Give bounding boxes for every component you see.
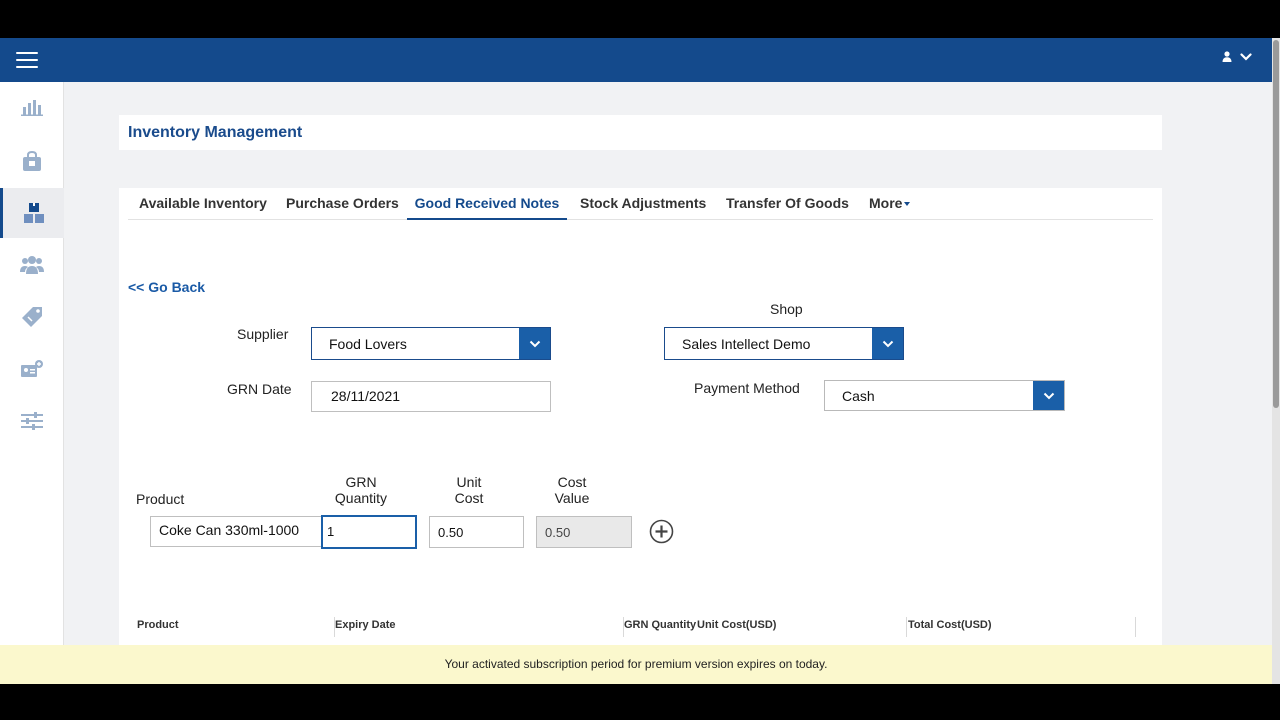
boxes-icon xyxy=(23,203,44,223)
app-window: Inventory Management Available Inventory… xyxy=(0,38,1280,684)
cost-value-heading: Cost Value xyxy=(542,474,602,506)
tab-more-label: More xyxy=(869,195,903,211)
tab-transfer-of-goods[interactable]: Transfer Of Goods xyxy=(726,188,849,220)
table-header-expiry-date: Expiry Date xyxy=(335,619,396,631)
table-header-product: Product xyxy=(137,619,179,631)
grn-form-card: Available Inventory Purchase Orders Good… xyxy=(119,188,1162,684)
payment-method-label: Payment Method xyxy=(694,380,800,396)
tags-icon xyxy=(22,307,42,327)
table-header-divider xyxy=(906,617,907,637)
top-letterbox xyxy=(0,0,1280,36)
sidebar-item-settings[interactable] xyxy=(0,396,64,446)
chevron-down-icon xyxy=(519,328,550,359)
sidebar-item-sales[interactable] xyxy=(0,136,64,186)
shop-label: Shop xyxy=(770,301,803,317)
product-label: Product xyxy=(136,491,185,507)
tab-purchase-orders[interactable]: Purchase Orders xyxy=(286,188,399,220)
grn-quantity-heading: GRN Quantity xyxy=(331,474,391,506)
user-menu[interactable] xyxy=(1222,51,1252,62)
payment-method-value: Cash xyxy=(842,388,875,404)
payment-method-select[interactable]: Cash xyxy=(824,380,1065,411)
inventory-tabs: Available Inventory Purchase Orders Good… xyxy=(128,188,1153,220)
plus-circle-icon[interactable] xyxy=(649,519,674,544)
shopping-bag-icon xyxy=(23,150,41,171)
cost-value-heading-line2: Value xyxy=(554,490,590,506)
subscription-notice: Your activated subscription period for p… xyxy=(0,645,1272,684)
user-icon xyxy=(1222,51,1232,62)
sidebar-item-customers[interactable] xyxy=(0,240,64,290)
grn-quantity-heading-line1: GRN xyxy=(345,474,377,490)
sidebar-item-promotions[interactable] xyxy=(0,292,64,342)
tab-more[interactable]: More xyxy=(869,188,911,220)
cost-value-input: 0.50 xyxy=(536,516,632,548)
table-header-divider xyxy=(1135,617,1136,637)
tab-stock-adjustments[interactable]: Stock Adjustments xyxy=(580,188,706,220)
chevron-down-icon xyxy=(1240,52,1252,61)
hamburger-icon[interactable] xyxy=(16,52,38,70)
users-icon xyxy=(20,256,44,274)
page-header: Inventory Management xyxy=(119,115,1162,150)
unit-cost-input[interactable]: 0.50 xyxy=(429,516,524,548)
table-header-unit-cost: Unit Cost(USD) xyxy=(697,619,777,631)
go-back-link[interactable]: << Go Back xyxy=(128,279,205,295)
chevron-down-icon xyxy=(1033,381,1064,410)
supplier-select[interactable]: Food Lovers xyxy=(311,327,551,360)
page-scrollbar[interactable] xyxy=(1272,38,1280,684)
caret-down-icon xyxy=(904,202,911,207)
scrollbar-thumb[interactable] xyxy=(1273,40,1279,408)
tab-available-inventory[interactable]: Available Inventory xyxy=(139,188,267,220)
unit-cost-heading: Unit Cost xyxy=(439,474,499,506)
supplier-label: Supplier xyxy=(237,326,289,342)
top-navbar xyxy=(0,38,1272,82)
chevron-down-icon xyxy=(872,328,903,359)
bottom-letterbox xyxy=(0,684,1280,720)
bar-chart-icon xyxy=(21,100,43,116)
unit-cost-heading-line1: Unit xyxy=(456,474,482,490)
table-header-total-cost: Total Cost(USD) xyxy=(908,619,992,631)
grn-date-label: GRN Date xyxy=(227,381,292,397)
page-title: Inventory Management xyxy=(128,124,303,141)
sidebar-item-employees[interactable] xyxy=(0,344,64,394)
product-input[interactable]: Coke Can 330ml-1000 xyxy=(150,516,324,547)
sidebar xyxy=(0,82,64,684)
unit-cost-heading-line2: Cost xyxy=(454,490,484,506)
sidebar-item-inventory[interactable] xyxy=(0,188,64,238)
sidebar-item-dashboard[interactable] xyxy=(0,82,64,132)
tab-good-received-notes[interactable]: Good Received Notes xyxy=(407,188,567,220)
cost-value-heading-line1: Cost xyxy=(557,474,587,490)
grn-quantity-heading-line2: Quantity xyxy=(334,490,388,506)
supplier-value: Food Lovers xyxy=(329,336,407,352)
table-header-grn-quantity: GRN Quantity xyxy=(624,619,697,631)
grn-date-input[interactable]: 28/11/2021 xyxy=(311,381,551,412)
grn-quantity-input[interactable]: 1 xyxy=(322,516,416,548)
shop-value: Sales Intellect Demo xyxy=(682,336,811,352)
id-card-icon xyxy=(21,360,43,377)
sliders-icon xyxy=(21,412,43,430)
shop-select[interactable]: Sales Intellect Demo xyxy=(664,327,904,360)
